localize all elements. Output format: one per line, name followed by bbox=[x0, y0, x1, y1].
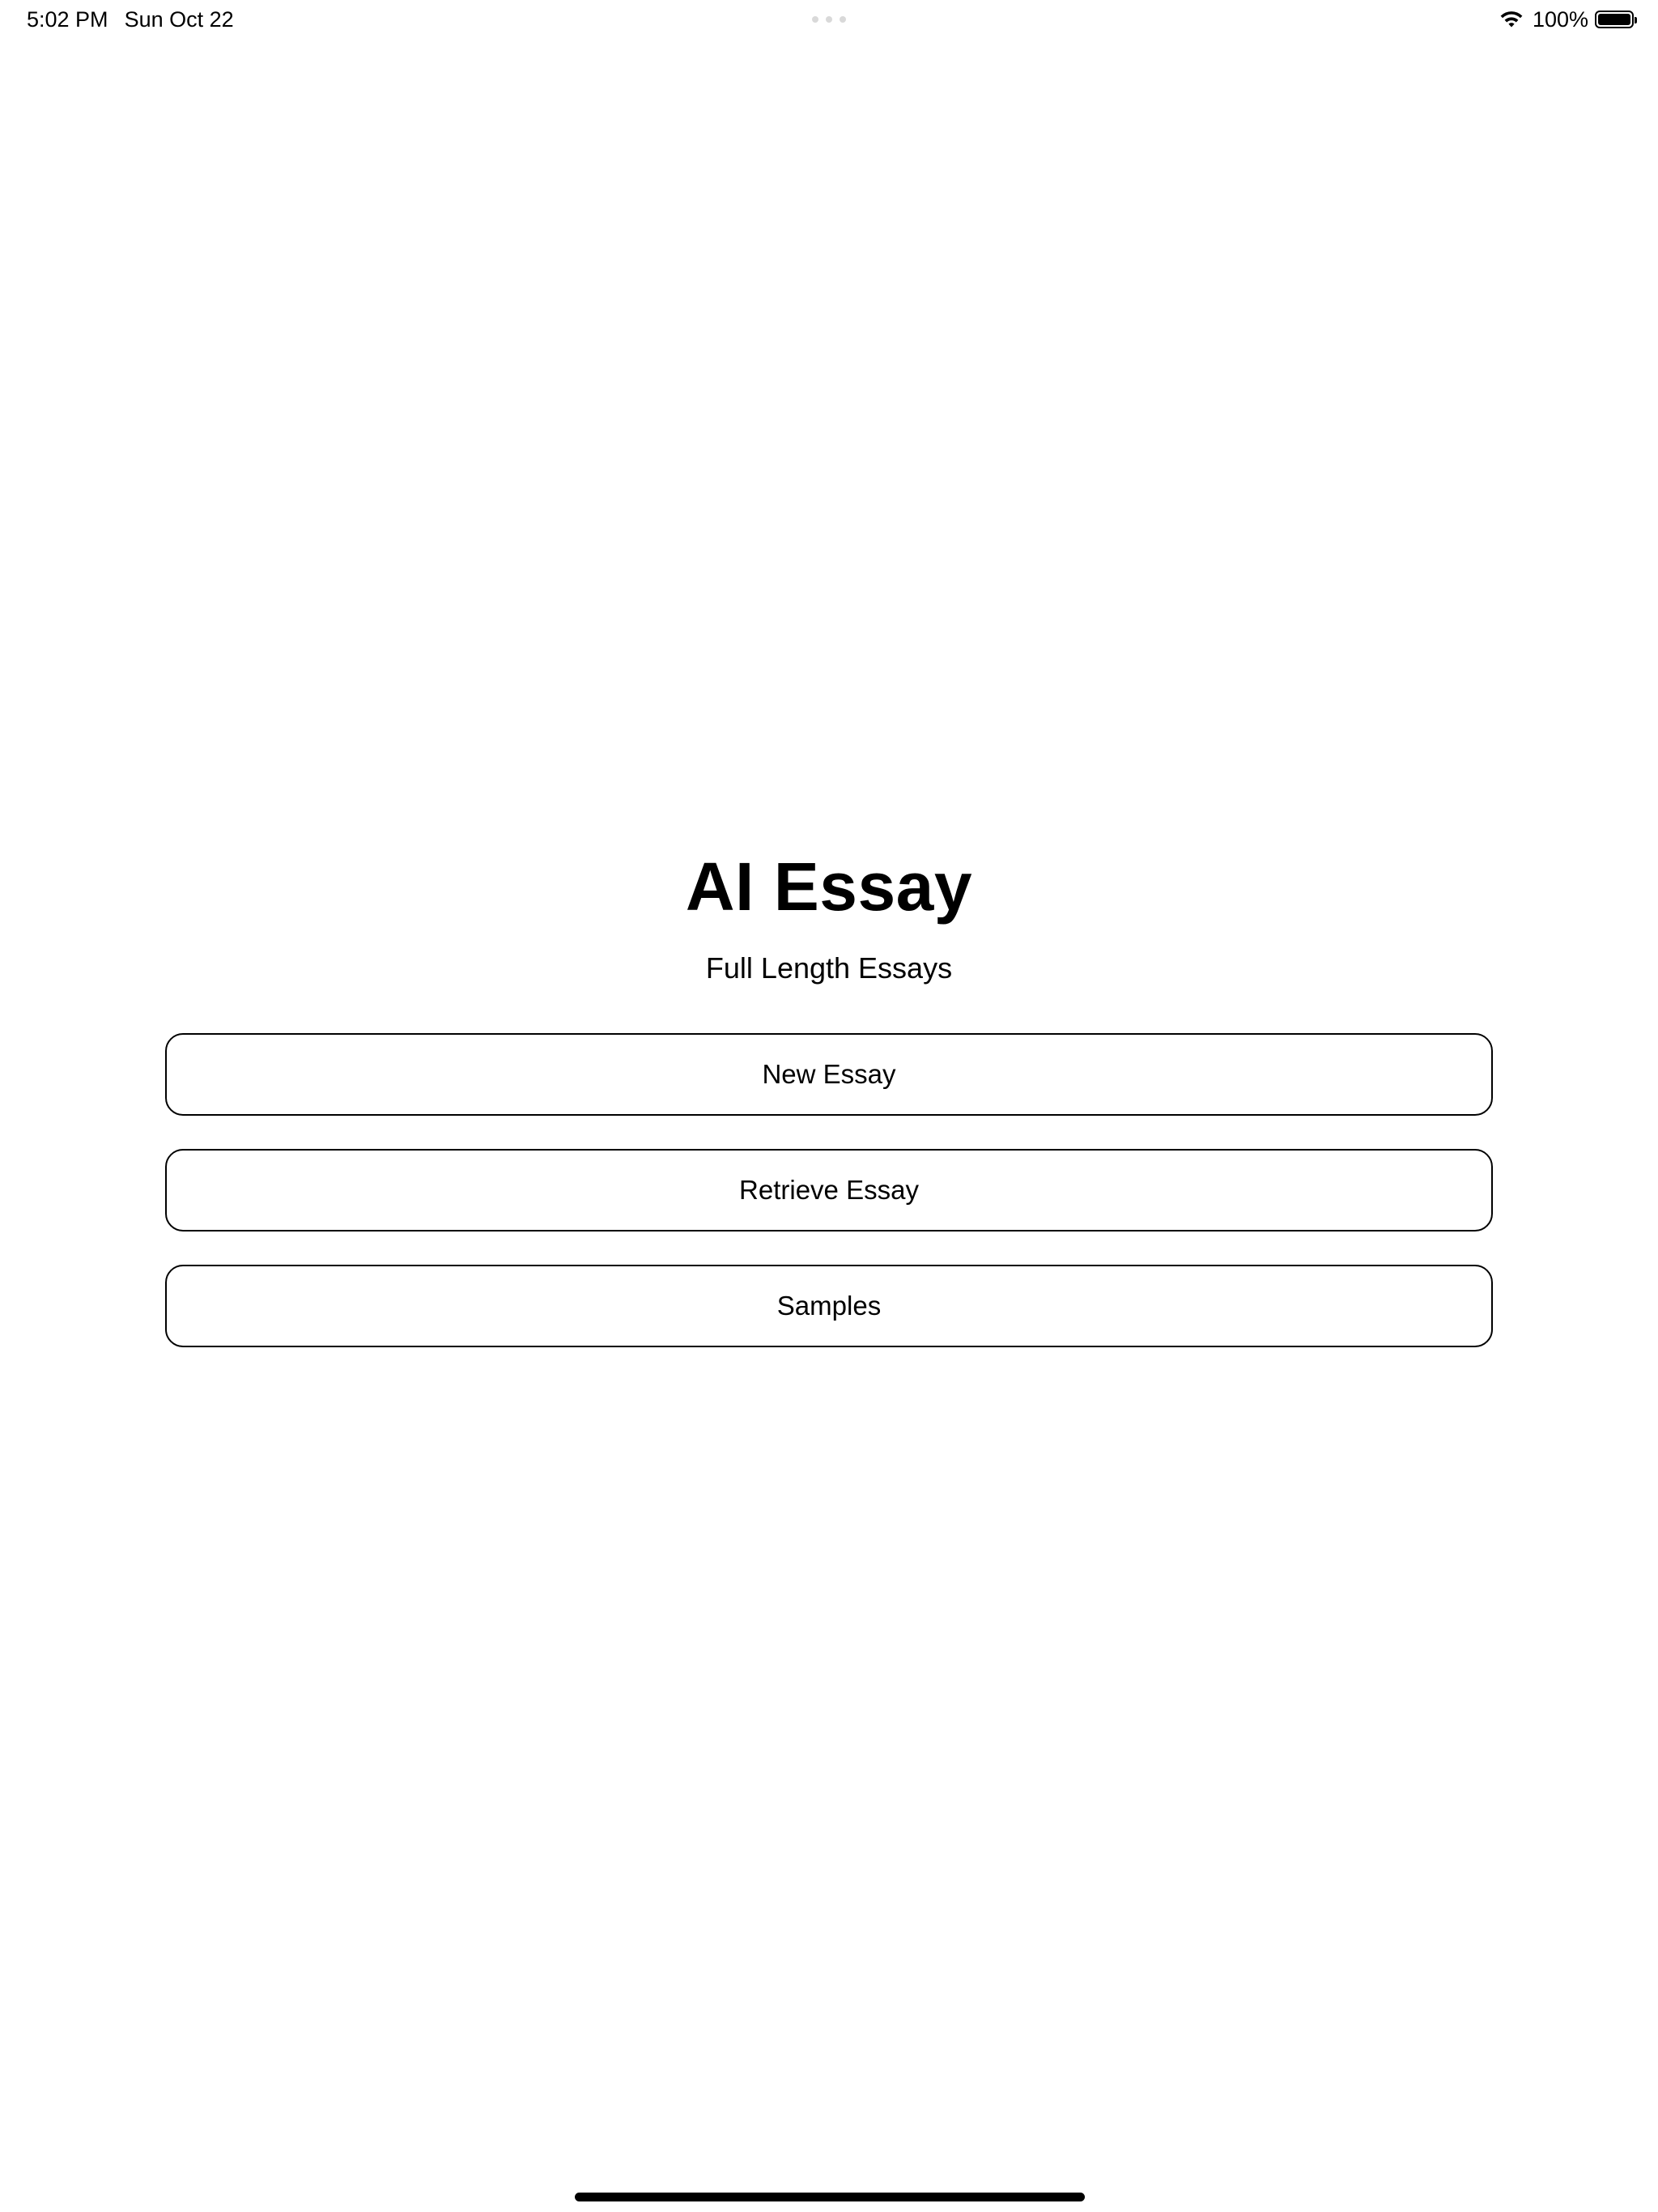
wifi-icon bbox=[1500, 11, 1523, 28]
app-subtitle: Full Length Essays bbox=[705, 951, 953, 985]
battery-percent: 100% bbox=[1532, 6, 1588, 32]
app-title: AI Essay bbox=[685, 849, 973, 925]
battery-tip bbox=[1635, 17, 1637, 23]
battery-fill bbox=[1598, 14, 1630, 25]
status-left: 5:02 PM Sun Oct 22 bbox=[27, 6, 234, 32]
retrieve-essay-button[interactable]: Retrieve Essay bbox=[165, 1149, 1493, 1231]
status-time: 5:02 PM bbox=[27, 7, 108, 32]
dot bbox=[826, 16, 832, 23]
dot bbox=[812, 16, 818, 23]
status-date: Sun Oct 22 bbox=[124, 7, 234, 32]
multitasking-dots-icon[interactable] bbox=[812, 16, 846, 23]
dot bbox=[840, 16, 846, 23]
new-essay-button[interactable]: New Essay bbox=[165, 1033, 1493, 1116]
status-right: 100% bbox=[1499, 6, 1637, 32]
main-content: AI Essay Full Length Essays New Essay Re… bbox=[0, 842, 1658, 1380]
status-bar: 5:02 PM Sun Oct 22 100% bbox=[0, 0, 1658, 39]
app-screen: 5:02 PM Sun Oct 22 100% AI Essay Full Len… bbox=[0, 0, 1658, 2212]
home-indicator[interactable] bbox=[575, 2193, 1085, 2201]
samples-button[interactable]: Samples bbox=[165, 1265, 1493, 1347]
menu-buttons: New Essay Retrieve Essay Samples bbox=[165, 1033, 1493, 1380]
battery-icon bbox=[1595, 11, 1637, 28]
